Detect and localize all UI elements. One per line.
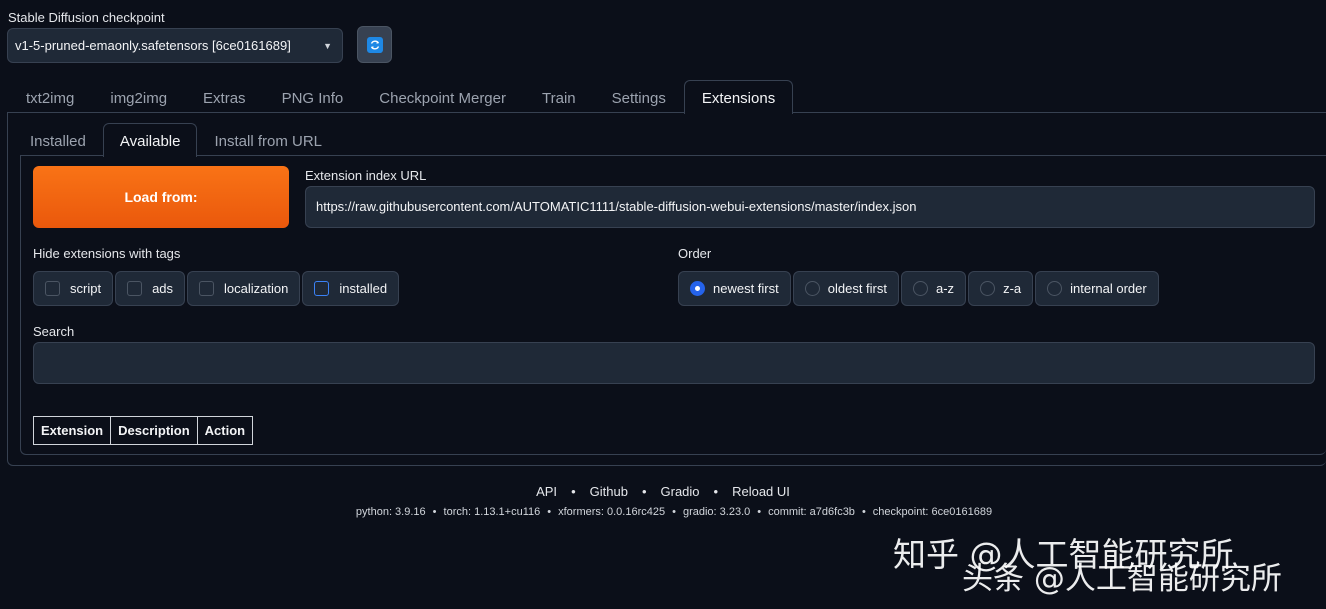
footer-link-gradio[interactable]: Gradio: [661, 484, 700, 499]
footer-link-github[interactable]: Github: [590, 484, 628, 499]
hide-tags-group: script ads localization installed: [33, 271, 400, 306]
tag-label: localization: [224, 281, 289, 296]
order-newest-first-radio[interactable]: newest first: [678, 271, 791, 306]
extension-index-url-label: Extension index URL: [305, 168, 427, 183]
subtab-available[interactable]: Available: [102, 123, 198, 157]
version-separator: •: [757, 506, 762, 518]
tag-label: ads: [152, 281, 174, 296]
footer-link-reload-ui[interactable]: Reload UI: [732, 484, 790, 499]
radio-dot: [913, 281, 928, 296]
table-header-row: Extension Description Action: [32, 416, 254, 445]
tag-localization-checkbox[interactable]: localization: [187, 271, 301, 306]
tab-extensions[interactable]: Extensions: [683, 80, 794, 114]
search-input[interactable]: [33, 342, 1315, 384]
order-label: Order: [678, 246, 712, 261]
order-z-a-radio[interactable]: z-a: [968, 271, 1034, 306]
order-oldest-first-radio[interactable]: oldest first: [792, 271, 899, 306]
column-header-description: Description: [110, 416, 198, 445]
order-label-text: newest first: [713, 281, 779, 296]
subtab-installed[interactable]: Installed: [13, 123, 103, 156]
load-from-button[interactable]: Load from:: [33, 166, 289, 228]
checkbox-box: [199, 281, 215, 296]
order-label-text: internal order: [1070, 281, 1147, 296]
footer-links: API • Github • Gradio • Reload UI: [0, 484, 1326, 499]
version-torch: torch: 1.13.1+cu116: [443, 506, 541, 518]
tab-extras[interactable]: Extras: [185, 80, 264, 113]
radio-dot: [980, 281, 996, 296]
version-python: python: 3.9.16: [355, 506, 426, 518]
extensions-table: Extension Description Action: [32, 416, 254, 445]
radio-dot: [1047, 281, 1063, 296]
version-info: python: 3.9.16 • torch: 1.13.1+cu116 • xform…: [0, 506, 1326, 518]
checkpoint-selected-value: v1-5-pruned-emaonly.safetensors [6ce0161…: [15, 38, 291, 53]
version-gradio: gradio: 3.23.0: [682, 506, 751, 518]
order-a-z-radio[interactable]: a-z: [901, 271, 967, 306]
tag-script-checkbox[interactable]: script: [33, 271, 114, 306]
version-separator: •: [432, 506, 437, 518]
order-internal-order-radio[interactable]: internal order: [1035, 271, 1159, 306]
checkbox-box: [45, 281, 60, 296]
tab-settings[interactable]: Settings: [594, 80, 684, 113]
checkpoint-dropdown[interactable]: v1-5-pruned-emaonly.safetensors [6ce0161…: [7, 28, 343, 63]
version-separator: •: [861, 506, 866, 518]
order-label-text: z-a: [1003, 281, 1022, 296]
refresh-icon: [366, 36, 383, 53]
subtab-install-from-url[interactable]: Install from URL: [197, 123, 339, 156]
extension-index-url-input[interactable]: https://raw.githubusercontent.com/AUTOMA…: [305, 186, 1315, 228]
extension-sub-tabs: Installed Available Install from URL: [13, 123, 339, 157]
version-separator: •: [672, 506, 676, 518]
order-label-text: oldest first: [827, 281, 887, 296]
tab-img2img[interactable]: img2img: [92, 80, 185, 113]
column-header-extension: Extension: [32, 416, 112, 445]
checkbox-box: [314, 281, 330, 296]
order-label-text: a-z: [936, 281, 955, 296]
tab-checkpoint-merger[interactable]: Checkpoint Merger: [361, 80, 524, 113]
main-tabs: txt2img img2img Extras PNG Info Checkpoi…: [8, 80, 794, 114]
tag-label: script: [70, 281, 102, 296]
order-radio-group: newest first oldest first a-z z-a intern…: [678, 271, 1159, 306]
checkbox-box: [127, 281, 143, 296]
version-checkpoint: checkpoint: 6ce0161689: [872, 506, 993, 518]
radio-dot: [690, 281, 705, 296]
hide-tags-label: Hide extensions with tags: [33, 246, 181, 261]
refresh-checkpoint-button[interactable]: [357, 26, 392, 63]
footer-link-api[interactable]: API: [536, 484, 557, 499]
footer-separator: •: [571, 484, 576, 499]
version-separator: •: [547, 506, 552, 518]
version-commit: commit: a7d6fc3b: [768, 506, 855, 518]
footer-separator: •: [713, 484, 719, 499]
tab-train[interactable]: Train: [524, 80, 594, 113]
tag-installed-checkbox[interactable]: installed: [302, 271, 400, 306]
version-xformers: xformers: 0.0.16rc425: [558, 506, 666, 518]
footer-separator: •: [641, 484, 647, 499]
tag-label: installed: [339, 281, 388, 296]
tab-png-info[interactable]: PNG Info: [264, 80, 362, 113]
radio-dot: [804, 281, 820, 296]
column-header-action: Action: [196, 416, 254, 445]
tag-ads-checkbox[interactable]: ads: [115, 271, 186, 306]
tab-txt2img[interactable]: txt2img: [8, 80, 92, 113]
webui-root: Stable Diffusion checkpoint v1-5-pruned-…: [0, 0, 1326, 609]
search-label: Search: [33, 324, 75, 339]
watermark-toutiao: 头条 @人工智能研究所: [962, 561, 1282, 597]
chevron-down-icon: ▼: [323, 40, 332, 51]
checkpoint-label: Stable Diffusion checkpoint: [8, 10, 165, 25]
